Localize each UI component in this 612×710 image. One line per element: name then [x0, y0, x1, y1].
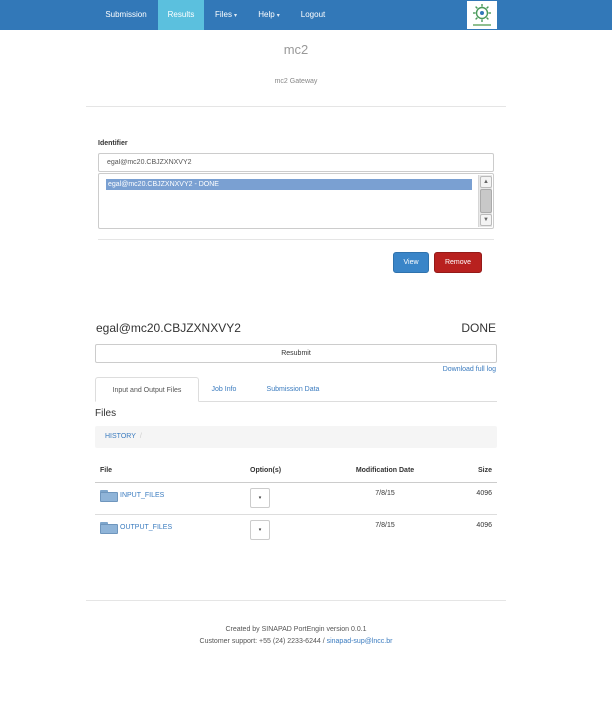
row-date: 7/8/15: [375, 490, 395, 497]
breadcrumb-history[interactable]: HISTORY: [105, 433, 136, 440]
table-row-divider: [95, 514, 497, 515]
nav-results-label: Results: [167, 10, 195, 19]
breadcrumb: HISTORY /: [95, 426, 497, 448]
header-divider: [86, 106, 506, 107]
folder-icon: [100, 522, 118, 534]
page-title: mc2: [283, 42, 309, 57]
submission-id: egal@mc20.CBJZXNXVY2: [96, 321, 241, 335]
listbox-scrollbar[interactable]: ▲ ▼: [478, 175, 492, 227]
row-date: 7/8/15: [375, 522, 395, 529]
chevron-down-icon: ▾: [233, 13, 237, 19]
remove-button[interactable]: Remove: [434, 252, 482, 273]
nav-results[interactable]: Results: [158, 0, 204, 30]
tab-job-info[interactable]: Job Info: [203, 377, 245, 402]
column-header-file: File: [100, 467, 113, 474]
file-link-input-files[interactable]: INPUT_FILES: [120, 492, 164, 499]
submission-status: DONE: [461, 321, 496, 335]
nav-help[interactable]: Help ▾: [249, 0, 289, 30]
scroll-up-icon[interactable]: ▲: [480, 176, 492, 188]
resubmit-button[interactable]: Resubmit: [95, 344, 497, 363]
page-subtitle: mc2 Gateway: [274, 78, 318, 85]
nav-files[interactable]: Files ▾: [206, 0, 246, 30]
footer-divider: [86, 600, 506, 601]
nav-submission-label: Submission: [105, 10, 147, 19]
tab-input-output-files[interactable]: Input and Output Files: [95, 377, 199, 402]
submission-listbox[interactable]: egal@mc20.CBJZXNXVY2 - DONE ▲ ▼: [98, 173, 494, 229]
file-link-output-files[interactable]: OUTPUT_FILES: [120, 524, 172, 531]
scrollbar-thumb[interactable]: [480, 189, 492, 213]
column-header-options: Option(s): [250, 467, 282, 474]
form-divider: [98, 239, 494, 240]
tab-submission-data[interactable]: Submission Data: [253, 377, 333, 402]
row-options-button[interactable]: ▾: [250, 488, 270, 508]
files-heading: Files: [95, 408, 117, 419]
identifier-label: Identifier: [98, 140, 128, 147]
footer-support-text: Customer support: +55 (24) 2233-6244 /: [199, 638, 327, 645]
view-button[interactable]: View: [393, 252, 429, 273]
listbox-option[interactable]: egal@mc20.CBJZXNXVY2 - DONE: [106, 179, 472, 190]
download-log-link[interactable]: Download full log: [400, 366, 496, 373]
chevron-down-icon: ▾: [276, 13, 280, 19]
nav-help-label: Help: [258, 10, 275, 19]
nav-logout[interactable]: Logout: [294, 0, 332, 30]
sinapad-logo-icon[interactable]: [467, 1, 497, 29]
column-header-modification-date: Modification Date: [355, 467, 415, 474]
nav-logout-label: Logout: [300, 10, 326, 19]
folder-icon: [100, 490, 118, 502]
scroll-down-icon[interactable]: ▼: [480, 214, 492, 226]
table-header-divider: [95, 482, 497, 483]
breadcrumb-separator: /: [139, 433, 142, 440]
nav-submission[interactable]: Submission: [96, 0, 156, 30]
footer-support: Customer support: +55 (24) 2233-6244 / s…: [0, 638, 592, 645]
nav-files-label: Files: [215, 10, 232, 19]
footer-credits: Created by SINAPAD PortEngin version 0.0…: [225, 626, 367, 633]
row-options-button[interactable]: ▾: [250, 520, 270, 540]
caret-down-icon: ▾: [258, 495, 262, 501]
caret-down-icon: ▾: [258, 527, 262, 533]
row-size: 4096: [476, 490, 492, 497]
column-header-size: Size: [477, 467, 492, 474]
support-email-link[interactable]: sinapad-sup@lncc.br: [327, 638, 393, 645]
top-navbar: Submission Results Files ▾ Help ▾ Logout: [0, 0, 612, 30]
row-size: 4096: [476, 522, 492, 529]
identifier-input[interactable]: [98, 153, 494, 172]
